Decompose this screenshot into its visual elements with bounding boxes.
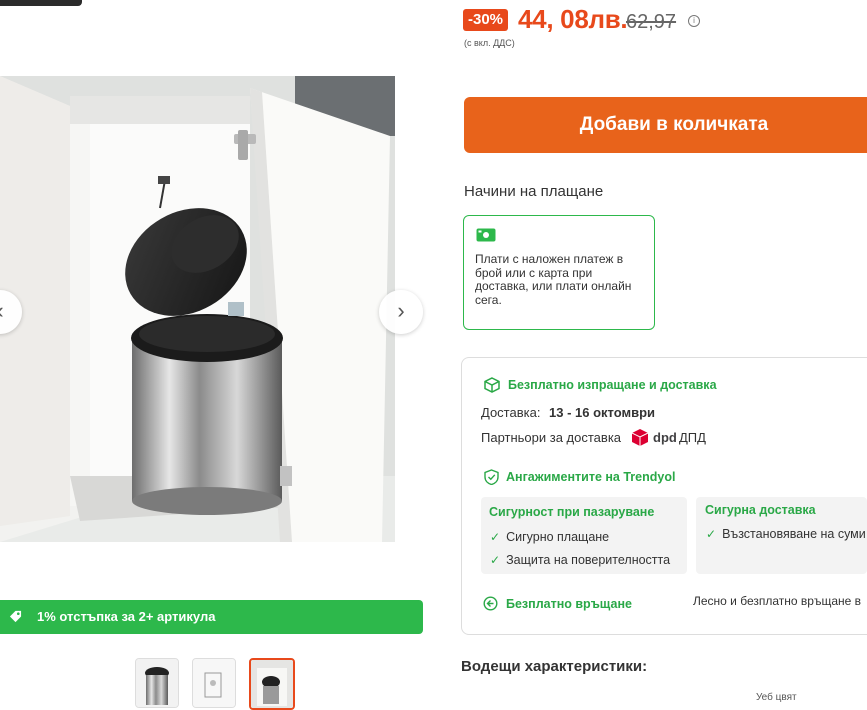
- features-heading: Водещи характеристики:: [461, 658, 648, 675]
- web-color-label: Уеб цвят: [756, 692, 797, 703]
- dpd-logo-text: dpd: [653, 430, 677, 445]
- product-image[interactable]: [0, 76, 395, 542]
- secure-delivery-item: ✓ Възстановяване на суми: [706, 527, 866, 541]
- commitments-heading: Ангажиментите на Trendyol: [506, 470, 676, 484]
- add-to-cart-button[interactable]: Добави в количката: [464, 97, 867, 153]
- secure-delivery-title: Сигурна доставка: [705, 503, 816, 517]
- dpd-cube-icon: [631, 429, 649, 446]
- payment-option-card[interactable]: Плати с наложен платеж в брой или с карт…: [463, 215, 655, 330]
- shield-check-icon: [484, 469, 499, 485]
- secure-shopping-item-label: Сигурно плащане: [506, 530, 610, 544]
- promo-text: 1% отстъпка за 2+ артикула: [37, 609, 216, 624]
- payment-heading: Начини на плащане: [464, 183, 604, 200]
- secure-shopping-item: ✓ Защита на поверителността: [490, 553, 670, 567]
- free-shipping-heading: Безплатно изпращане и доставка: [508, 378, 717, 392]
- check-icon: ✓: [490, 530, 501, 544]
- top-dark-strip: [0, 0, 82, 6]
- free-returns-title: Безплатно връщане: [506, 597, 632, 611]
- old-price: 62,97: [626, 11, 677, 33]
- info-icon[interactable]: i: [688, 15, 700, 27]
- box-icon: [484, 377, 500, 393]
- free-returns-text: Лесно и безплатно връщане в: [693, 594, 862, 608]
- promo-bar[interactable]: 1% отстъпка за 2+ артикула: [0, 600, 423, 634]
- secure-shopping-title: Сигурност при пазаруване: [489, 505, 655, 519]
- delivery-label: Доставка:: [481, 405, 541, 420]
- thumbnail-cabinet-image: [251, 660, 293, 708]
- delivery-partners-label: Партньори за доставка: [481, 430, 622, 445]
- check-icon: ✓: [490, 553, 501, 567]
- tag-icon: [9, 610, 22, 623]
- money-icon: [476, 228, 496, 242]
- thumbnail[interactable]: [192, 658, 236, 708]
- product-photo-illustration: [0, 76, 395, 542]
- return-icon: [483, 596, 498, 611]
- vat-note: (с вкл. ДДС): [464, 38, 515, 48]
- thumbnail[interactable]: [135, 658, 179, 708]
- payment-description: Плати с наложен платеж в брой или с карт…: [475, 252, 632, 307]
- chevron-right-icon[interactable]: ›: [379, 290, 423, 334]
- secure-delivery-item-label: Възстановяване на суми: [722, 527, 866, 541]
- secure-shopping-item: ✓ Сигурно плащане: [490, 530, 609, 544]
- thumbnail-active[interactable]: [249, 658, 295, 710]
- delivery-dates: 13 - 16 октомври: [549, 405, 656, 420]
- secure-shopping-item-label: Защита на поверителността: [506, 553, 671, 567]
- current-price: 44, 08лв.: [518, 4, 628, 34]
- delivery-partner-name: ДПД: [679, 430, 706, 445]
- check-icon: ✓: [706, 527, 717, 541]
- discount-badge: -30%: [463, 9, 509, 31]
